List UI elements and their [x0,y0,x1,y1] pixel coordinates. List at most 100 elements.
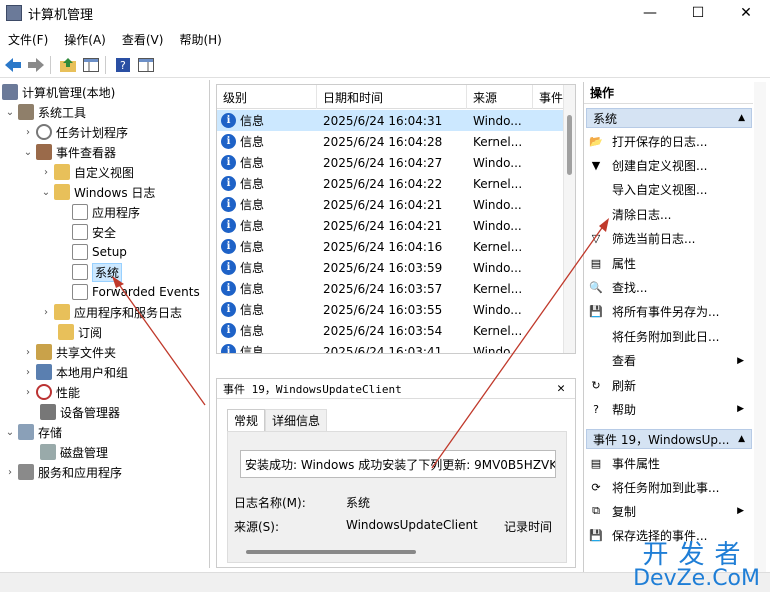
datetime-cell: 2025/6/24 16:04:31 [323,113,443,128]
actions-section-event[interactable]: 事件 19，WindowsUp... ▲ [586,429,752,449]
back-button[interactable] [3,55,23,75]
action-find[interactable]: 🔍 查找... [588,276,750,298]
info-icon: i [221,218,236,233]
tree-item-device-manager[interactable]: 设备管理器 [40,402,120,422]
action-open-saved-log[interactable]: 📂 打开保存的日志... [588,130,750,152]
log-icon [72,204,88,220]
maximize-button[interactable]: ☐ [674,0,722,26]
tree-item-setup[interactable]: Setup [72,242,127,262]
collapse-up-icon[interactable]: ▲ [738,434,745,444]
actions-scrollbar[interactable] [754,82,766,572]
action-properties[interactable]: ▤ 属性 [588,252,750,274]
table-row[interactable]: i 信息 2025/6/24 16:03:59 Windo... [217,257,575,278]
event-message-box[interactable]: 安装成功: Windows 成功安装了下列更新: 9MV0B5HZVK [240,450,556,478]
tree-item-disk-management[interactable]: 磁盘管理 [40,442,108,462]
tree-item-task-scheduler[interactable]: › 任务计划程序 [22,122,128,142]
tab-general[interactable]: 常规 [227,409,266,431]
tree-item-local-users[interactable]: › 本地用户和组 [22,362,128,382]
chevron-right-icon[interactable]: › [40,307,52,318]
forward-button[interactable] [26,55,46,75]
tree-item-event-viewer[interactable]: ⌄ 事件查看器 [22,142,116,162]
chevron-right-icon[interactable]: › [40,167,52,178]
table-row[interactable]: i 信息 2025/6/24 16:04:31 Windo... [217,110,575,131]
table-row[interactable]: i 信息 2025/6/24 16:04:22 Kernel... [217,173,575,194]
tree-item-storage[interactable]: ⌄ 存储 [4,422,62,442]
folder-icon [54,184,70,200]
action-clear-log[interactable]: 清除日志... [588,203,750,225]
menu-file[interactable]: 文件(F) [0,31,56,48]
chevron-right-icon[interactable]: › [22,367,34,378]
column-header-event-id[interactable]: 事件 [533,85,565,109]
collapse-up-icon[interactable]: ▲ [738,113,745,123]
show-action-pane-button[interactable] [136,55,156,75]
table-row[interactable]: i 信息 2025/6/24 16:04:16 Kernel... [217,236,575,257]
chevron-down-icon[interactable]: ⌄ [4,427,16,438]
tree-item-services-apps[interactable]: › 服务和应用程序 [4,462,122,482]
tree-item-application[interactable]: 应用程序 [72,202,140,222]
tab-details[interactable]: 详细信息 [265,409,328,431]
chevron-right-icon[interactable]: › [4,467,16,478]
show-tree-button[interactable] [81,55,101,75]
minimize-button[interactable]: — [626,0,674,26]
detail-scrollbar[interactable] [240,548,556,556]
table-row[interactable]: i 信息 2025/6/24 16:04:27 Windo... [217,152,575,173]
chevron-right-icon[interactable]: › [22,387,34,398]
action-label: 属性 [612,256,637,271]
info-icon: i [221,113,236,128]
table-row[interactable]: i 信息 2025/6/24 16:03:55 Windo... [217,299,575,320]
tree-item-performance[interactable]: › 性能 [22,382,80,402]
tree-item-windows-logs[interactable]: ⌄ Windows 日志 [40,182,155,202]
forward-arrow-icon [28,57,44,72]
action-help[interactable]: ? 帮助 ▶ [588,398,750,420]
chevron-down-icon[interactable]: ⌄ [40,187,52,198]
table-row[interactable]: i 信息 2025/6/24 16:03:41 Windo... [217,341,575,353]
action-create-custom-view[interactable]: ▼ 创建自定义视图... [588,154,750,176]
action-save-all-events[interactable]: 💾 将所有事件另存为... [588,301,750,323]
table-row[interactable]: i 信息 2025/6/24 16:04:21 Windo... [217,215,575,236]
tree-item-subscriptions[interactable]: 订阅 [58,322,102,342]
chevron-right-icon[interactable]: › [22,347,34,358]
column-header-datetime[interactable]: 日期和时间 [317,85,467,109]
tree-item-shared-folders[interactable]: › 共享文件夹 [22,342,116,362]
scrollbar-thumb[interactable] [246,550,416,554]
level-text: 信息 [240,114,265,128]
tree-item-security[interactable]: 安全 [72,222,116,242]
actions-section-system[interactable]: 系统 ▲ [586,108,752,128]
column-header-level[interactable]: 级别 [217,85,317,109]
table-row[interactable]: i 信息 2025/6/24 16:03:54 Kernel... [217,320,575,341]
action-attach-task-log[interactable]: 将任务附加到此日... [588,325,750,347]
close-button[interactable]: ✕ [722,0,770,26]
chevron-right-icon[interactable]: › [22,127,34,138]
help-icon: ? [593,402,599,416]
action-refresh[interactable]: ↻ 刷新 [588,374,750,396]
action-copy[interactable]: ⧉ 复制 ▶ [588,500,750,522]
action-filter-current-log[interactable]: ▽ 筛选当前日志... [588,228,750,250]
computer-management-icon [2,84,18,100]
tree-item-system[interactable]: 系统 [72,262,123,282]
level-cell: i 信息 [217,196,317,213]
tree-item-root[interactable]: 计算机管理(本地) [2,82,115,102]
menu-action[interactable]: 操作(A) [56,31,114,48]
menu-view[interactable]: 查看(V) [114,31,172,48]
action-view[interactable]: 查看 ▶ [588,350,750,372]
action-attach-task-event[interactable]: ⟳ 将任务附加到此事... [588,476,750,498]
action-event-properties[interactable]: ▤ 事件属性 [588,452,750,474]
tree-item-system-tools[interactable]: ⌄ 系统工具 [4,102,86,122]
tree-item-forwarded-events[interactable]: Forwarded Events [72,282,200,302]
save-icon: 💾 [589,528,603,542]
table-row[interactable]: i 信息 2025/6/24 16:04:21 Windo... [217,194,575,215]
table-row[interactable]: i 信息 2025/6/24 16:04:28 Kernel... [217,131,575,152]
help-button[interactable]: ? [113,55,133,75]
tree-item-app-service-logs[interactable]: › 应用程序和服务日志 [40,302,182,322]
table-row[interactable]: i 信息 2025/6/24 16:03:57 Kernel... [217,278,575,299]
chevron-down-icon[interactable]: ⌄ [4,107,16,118]
menu-help[interactable]: 帮助(H) [171,31,229,48]
up-folder-button[interactable] [58,55,78,75]
scrollbar-thumb[interactable] [567,115,572,175]
tree-item-custom-views[interactable]: › 自定义视图 [40,162,134,182]
close-icon[interactable]: ✕ [557,381,565,396]
chevron-down-icon[interactable]: ⌄ [22,147,34,158]
action-import-custom-view[interactable]: 导入自定义视图... [588,179,750,201]
column-header-source[interactable]: 来源 [467,85,533,109]
event-list-scrollbar[interactable] [563,85,575,353]
